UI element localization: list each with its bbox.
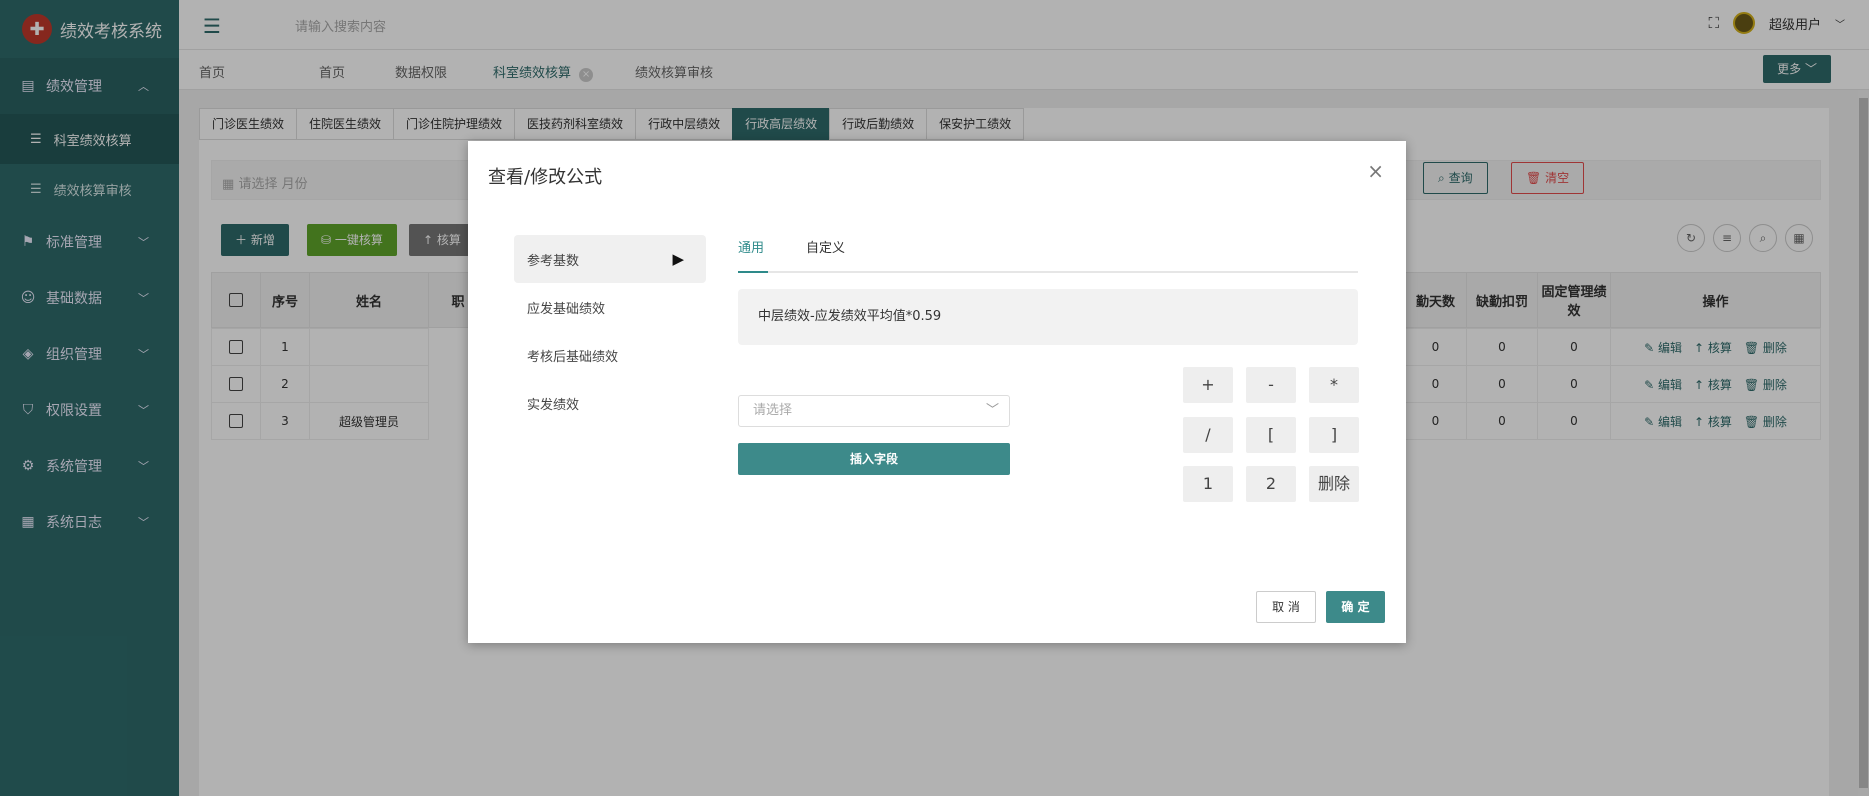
- list-item-basic-perf[interactable]: 应发基础绩效: [514, 283, 706, 331]
- key-delete[interactable]: 删除: [1309, 466, 1359, 502]
- key-divide[interactable]: /: [1183, 417, 1233, 453]
- cancel-button[interactable]: 取 消: [1256, 591, 1316, 623]
- formula-display[interactable]: 中层绩效-应发绩效平均值*0.59: [738, 289, 1358, 345]
- close-icon[interactable]: ×: [1367, 159, 1384, 183]
- active-tab-indicator: [738, 271, 768, 273]
- list-item-assessed-perf[interactable]: 考核后基础绩效: [514, 331, 706, 379]
- key-1[interactable]: 1: [1183, 466, 1233, 502]
- tab-custom[interactable]: 自定义: [806, 237, 845, 256]
- play-arrow-icon: ▶: [672, 250, 684, 268]
- formula-tabs: 通用 自定义: [738, 237, 1358, 273]
- list-item-ref-base[interactable]: 参考基数 ▶: [514, 235, 706, 283]
- list-item-actual-perf[interactable]: 实发绩效: [514, 379, 706, 427]
- insert-field-button[interactable]: 插入字段: [738, 443, 1010, 475]
- key-open-bracket[interactable]: [: [1246, 417, 1296, 453]
- key-plus[interactable]: +: [1183, 367, 1233, 403]
- key-multiply[interactable]: *: [1309, 367, 1359, 403]
- confirm-button[interactable]: 确 定: [1326, 591, 1385, 623]
- dialog-title: 查看/修改公式: [488, 167, 603, 188]
- key-close-bracket[interactable]: ]: [1309, 417, 1359, 453]
- field-select[interactable]: 请选择 ﹀: [738, 395, 1010, 427]
- chevron-down-icon: ﹀: [985, 403, 999, 418]
- tab-general[interactable]: 通用: [738, 237, 764, 256]
- key-2[interactable]: 2: [1246, 466, 1296, 502]
- key-minus[interactable]: -: [1246, 367, 1296, 403]
- formula-field-list: 参考基数 ▶ 应发基础绩效 考核后基础绩效 实发绩效: [514, 235, 706, 427]
- formula-dialog: 查看/修改公式 × 参考基数 ▶ 应发基础绩效 考核后基础绩效 实发绩效 通用 …: [468, 141, 1406, 643]
